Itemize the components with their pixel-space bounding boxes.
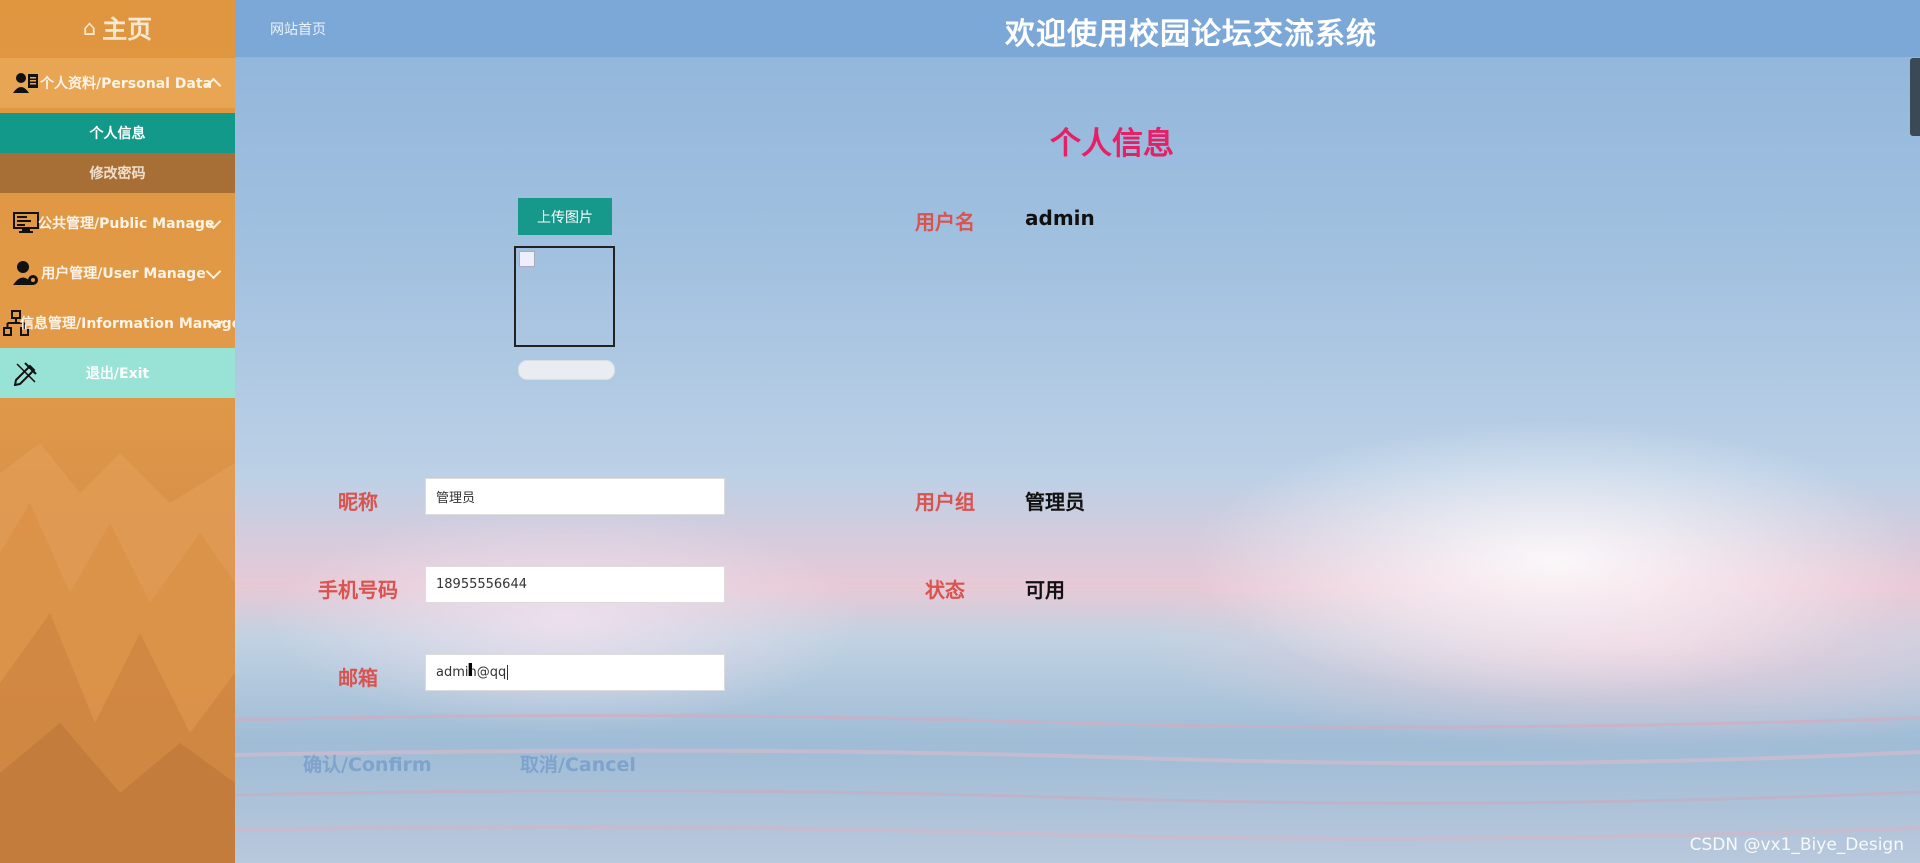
sidebar-item-personal-info[interactable]: 个人信息 [0,113,235,153]
usergroup-value: 管理员 [1025,490,1085,514]
cancel-button[interactable]: 取消/Cancel [520,750,636,777]
site-title: 欢迎使用校园论坛交流系统 [1005,17,1377,52]
sidebar-group-personal-data[interactable]: 个人资料/Personal Data [0,58,235,108]
sidebar-exit-button[interactable]: 退出/Exit [0,348,235,398]
file-input[interactable] [518,360,615,380]
email-label: 邮箱 [338,666,378,690]
confirm-button[interactable]: 确认/Confirm [303,750,432,777]
sidebar-group-label: 信息管理/Information Manage [20,316,235,332]
sidebar-home-link[interactable]: ⌂ 主页 [0,0,235,56]
sidebar-group-user-manage[interactable]: 用户管理/User Manage [0,248,235,298]
sidebar-home-label: 主页 [102,15,153,44]
text-cursor-icon: I [467,660,474,681]
sidebar-group-label: 公共管理/Public Manage [38,216,215,232]
personal-data-icon [12,69,40,97]
upload-image-button[interactable]: 上传图片 [518,198,612,235]
background-water-art [235,713,1920,841]
sidebar-group-public-manage[interactable]: 公共管理/Public Manage [0,198,235,248]
watermark: CSDN @vx1_Biye_Design [1689,835,1904,855]
main-content: 网站首页 欢迎使用校园论坛交流系统 个人信息 上传图片 昵称 管理员 手机号码 … [235,0,1920,863]
page-title: 个人信息 [1050,126,1174,162]
sidebar-item-label: 个人信息 [89,126,146,142]
sidebar-group-label: 用户管理/User Manage [41,266,206,282]
phone-field[interactable]: 18955556644 [425,566,725,603]
text-caret [507,665,509,680]
nickname-field[interactable]: 管理员 [425,478,725,515]
sidebar-item-change-password[interactable]: 修改密码 [0,153,235,193]
avatar-preview [514,246,615,347]
nickname-label: 昵称 [338,490,378,514]
monitor-icon [12,209,40,237]
top-bar: 网站首页 欢迎使用校园论坛交流系统 [235,0,1920,57]
sidebar-group-label: 个人资料/Personal Data [40,76,213,92]
home-icon: ⌂ [82,16,97,40]
phone-label: 手机号码 [318,578,398,602]
sidebar-exit-label: 退出/Exit [85,366,150,382]
status-label: 状态 [925,578,965,602]
phone-value: 18955556644 [436,577,527,592]
username-label: 用户名 [915,210,975,234]
sidebar: ⌂ 主页 个人资料/Personal Data 个人信息 修改密码 公共管理/P… [0,0,235,863]
broken-image-icon [519,251,535,267]
status-value: 可用 [1025,578,1065,602]
username-value: admin [1025,206,1095,230]
scrollbar-thumb[interactable] [1910,58,1920,136]
sidebar-group-information-manage[interactable]: 信息管理/Information Manage [0,298,235,348]
nickname-value: 管理员 [436,491,476,506]
breadcrumb[interactable]: 网站首页 [270,19,326,39]
sidebar-mountain-art [0,443,235,863]
user-settings-icon [12,259,40,287]
usergroup-label: 用户组 [915,490,975,514]
sidebar-item-label: 修改密码 [89,166,146,182]
